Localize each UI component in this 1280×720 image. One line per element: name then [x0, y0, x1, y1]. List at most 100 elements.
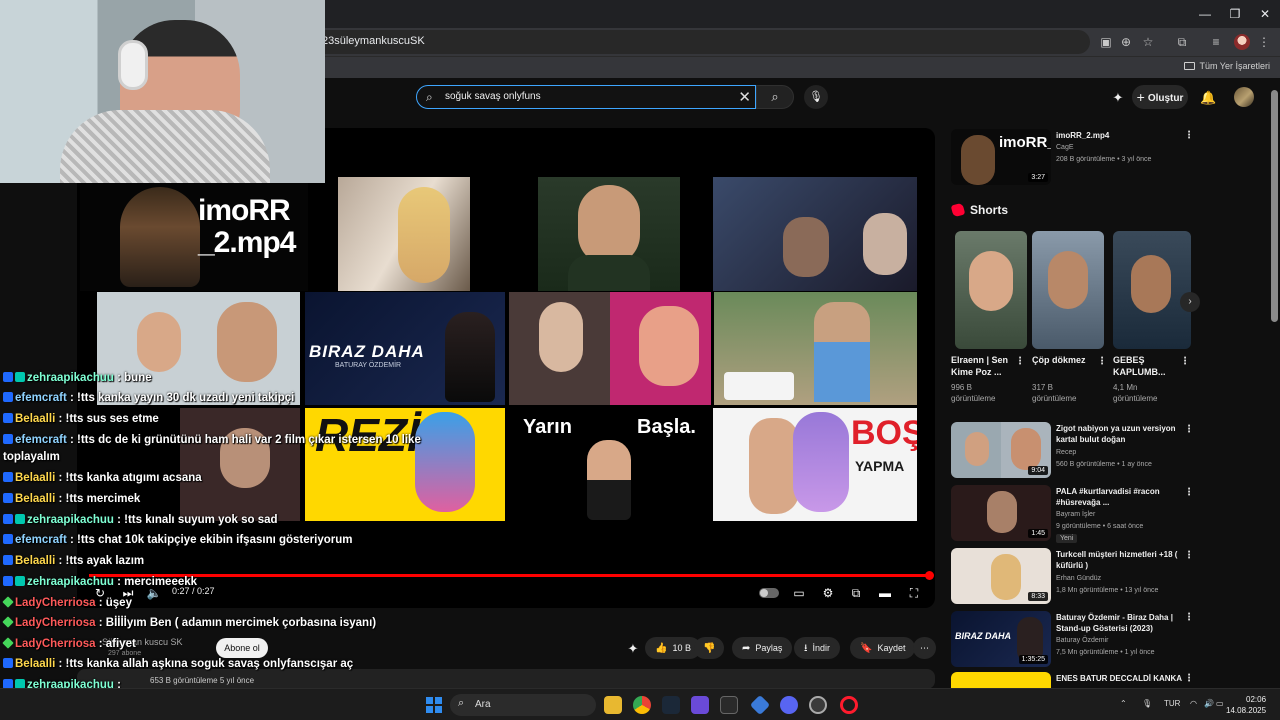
- extensions-icon[interactable]: ⧉: [1174, 34, 1190, 50]
- chat-badge-icon: [15, 514, 25, 524]
- premium-sparkle-icon[interactable]: ✦: [625, 641, 641, 657]
- all-bookmarks-folder[interactable]: Tüm Yer İşaretleri: [1184, 61, 1270, 71]
- short-thumb-2[interactable]: [1032, 231, 1104, 349]
- sidebar-title[interactable]: Turkcell müşteri hizmetleri +18 ( küfürl…: [1056, 549, 1184, 571]
- yarin-text: Yarın: [523, 416, 572, 438]
- premium-icon[interactable]: ✦: [1110, 90, 1126, 106]
- autoplay-toggle[interactable]: [759, 588, 779, 598]
- create-button[interactable]: + Oluştur: [1132, 85, 1188, 109]
- progress-scrubber[interactable]: [925, 571, 934, 580]
- taskbar-search[interactable]: ⌕ Ara: [450, 694, 596, 716]
- zoom-icon[interactable]: ⊕: [1118, 34, 1134, 50]
- sidebar-title[interactable]: ENES BATUR DECCALDİ KANKA: [1056, 673, 1184, 684]
- more-options-icon[interactable]: ⋮: [1184, 487, 1194, 498]
- chat-message: zehraapikachuu : bune: [3, 371, 152, 385]
- sidebar-channel[interactable]: CagE: [1056, 143, 1196, 153]
- more-options-icon[interactable]: ⋮: [1184, 130, 1194, 141]
- media-control-icon[interactable]: ≡: [1208, 34, 1224, 50]
- browser-profile-avatar[interactable]: [1234, 34, 1250, 50]
- save-button[interactable]: 🔖 Kaydet: [850, 637, 916, 659]
- share-label: Paylaş: [755, 643, 783, 653]
- bookmark-star-icon[interactable]: ☆: [1140, 34, 1156, 50]
- sidebar-thumb-zigot[interactable]: 9:04: [951, 422, 1051, 478]
- short-more-icon[interactable]: ⋮: [1015, 356, 1025, 367]
- clear-search-icon[interactable]: ✕: [738, 88, 751, 106]
- discord-icon[interactable]: [780, 696, 798, 714]
- cast-icon[interactable]: ▣: [1098, 34, 1114, 50]
- short-title-3[interactable]: GEBEŞ KAPLUMB...: [1113, 354, 1179, 378]
- chat-badge-icon: [3, 472, 13, 482]
- more-actions-button[interactable]: ⋯: [913, 637, 936, 659]
- sidebar-title[interactable]: imoRR_2.mp4: [1056, 130, 1184, 141]
- more-options-icon[interactable]: ⋮: [1184, 550, 1194, 561]
- sidebar-title[interactable]: Baturay Özdemir - Biraz Daha | Stand-up …: [1056, 612, 1184, 634]
- sidebar-title[interactable]: PALA #kurtlarvadisi #racon #hüsrevağa ..…: [1056, 486, 1184, 508]
- battery-icon[interactable]: ▭: [1216, 699, 1224, 708]
- shorts-next-icon[interactable]: ›: [1180, 292, 1200, 312]
- windows-start-icon[interactable]: [426, 697, 442, 713]
- sidebar-channel[interactable]: Erhan Gündüz: [1056, 574, 1196, 584]
- share-button[interactable]: ➦ Paylaş: [732, 637, 793, 659]
- chat-message: Belaalli : !tts sus ses etme: [3, 412, 159, 426]
- more-options-icon[interactable]: ⋮: [1184, 424, 1194, 435]
- short-thumb-1[interactable]: [955, 231, 1027, 349]
- volume-tray-icon[interactable]: 🔊: [1204, 699, 1214, 708]
- progress-bar[interactable]: [89, 574, 929, 577]
- system-clock[interactable]: 02:06 14.08.2025: [1226, 694, 1266, 716]
- address-bar[interactable]: 23süleymankuscuSK: [310, 30, 1090, 54]
- account-avatar[interactable]: [1234, 87, 1254, 107]
- opera-gx-icon[interactable]: [840, 696, 858, 714]
- microphone-icon[interactable]: 🎙: [1142, 699, 1152, 708]
- sidebar-title[interactable]: Zigot nabiyon ya uzun versiyon kartal bu…: [1056, 423, 1184, 445]
- fullscreen-icon[interactable]: ⛶: [906, 585, 922, 601]
- wifi-icon[interactable]: ◠: [1190, 699, 1197, 708]
- close-window-button[interactable]: ✕: [1250, 5, 1280, 23]
- chrome-icon[interactable]: [633, 696, 651, 714]
- epic-games-icon[interactable]: [720, 696, 738, 714]
- twitch-app-icon[interactable]: [691, 696, 709, 714]
- subscribe-button[interactable]: Abone ol: [216, 638, 268, 658]
- sidebar-thumb-turkcell[interactable]: 8:33: [951, 548, 1051, 604]
- tray-chevron-icon[interactable]: ⌃: [1120, 699, 1127, 708]
- language-indicator[interactable]: TUR: [1164, 699, 1180, 708]
- more-options-icon[interactable]: ⋮: [1184, 612, 1194, 623]
- search-button[interactable]: ⌕: [756, 85, 794, 109]
- sidebar-thumb-pala[interactable]: 1:45: [951, 485, 1051, 541]
- sidebar-meta: 9 görüntüleme • 6 saat önce: [1056, 523, 1144, 530]
- sidebar-channel[interactable]: Baturay Özdemir: [1056, 636, 1196, 646]
- sidebar-thumb-imorr[interactable]: imoRR_2.mp4 3:27: [951, 129, 1051, 185]
- settings-gear-icon[interactable]: ⚙: [820, 585, 836, 601]
- chat-badge-icon: [3, 493, 13, 503]
- browser-menu-icon[interactable]: ⋮: [1256, 34, 1272, 50]
- app-icon[interactable]: [809, 696, 827, 714]
- sidebar-thumb-enes[interactable]: [951, 672, 1051, 688]
- person-shape: [445, 312, 495, 402]
- more-options-icon[interactable]: ⋮: [1184, 673, 1194, 684]
- share-icon: ➦: [742, 643, 751, 654]
- short-thumb-3[interactable]: [1113, 231, 1191, 349]
- restore-button[interactable]: ❐: [1220, 5, 1250, 23]
- like-button[interactable]: 👍 10 B: [645, 637, 701, 659]
- minimize-button[interactable]: —: [1190, 5, 1220, 23]
- short-title-2[interactable]: Çöp dökmez: [1032, 354, 1098, 366]
- theater-mode-icon[interactable]: ▬: [877, 585, 893, 601]
- short-title-1[interactable]: Elraenn | Sen Kime Poz ...: [951, 354, 1017, 378]
- voice-search-button[interactable]: 🎙: [804, 85, 828, 109]
- collage-headset-tile: [338, 177, 470, 291]
- steam-icon[interactable]: [662, 696, 680, 714]
- short-more-icon[interactable]: ⋮: [1180, 356, 1190, 367]
- sidebar-channel[interactable]: Bayram İşler: [1056, 510, 1196, 520]
- app-icon[interactable]: [749, 694, 771, 716]
- subtitles-icon[interactable]: ▭: [791, 585, 807, 601]
- dislike-button[interactable]: 👎: [694, 637, 724, 659]
- file-explorer-icon[interactable]: [604, 696, 622, 714]
- download-button[interactable]: ⭳ İndir: [794, 637, 841, 659]
- page-scrollbar[interactable]: [1271, 90, 1278, 322]
- sidebar-thumb-biraz-daha[interactable]: BIRAZ DAHA 1:35:25: [951, 611, 1051, 667]
- short-more-icon[interactable]: ⋮: [1097, 356, 1107, 367]
- sidebar-channel[interactable]: Recep: [1056, 448, 1196, 458]
- notifications-bell-icon[interactable]: 🔔: [1200, 90, 1216, 106]
- clock-date: 14.08.2025: [1226, 706, 1267, 715]
- search-input[interactable]: ⌕ soğuk savaş onlyfuns ✕: [416, 85, 756, 109]
- miniplayer-icon[interactable]: ⧉: [848, 585, 864, 601]
